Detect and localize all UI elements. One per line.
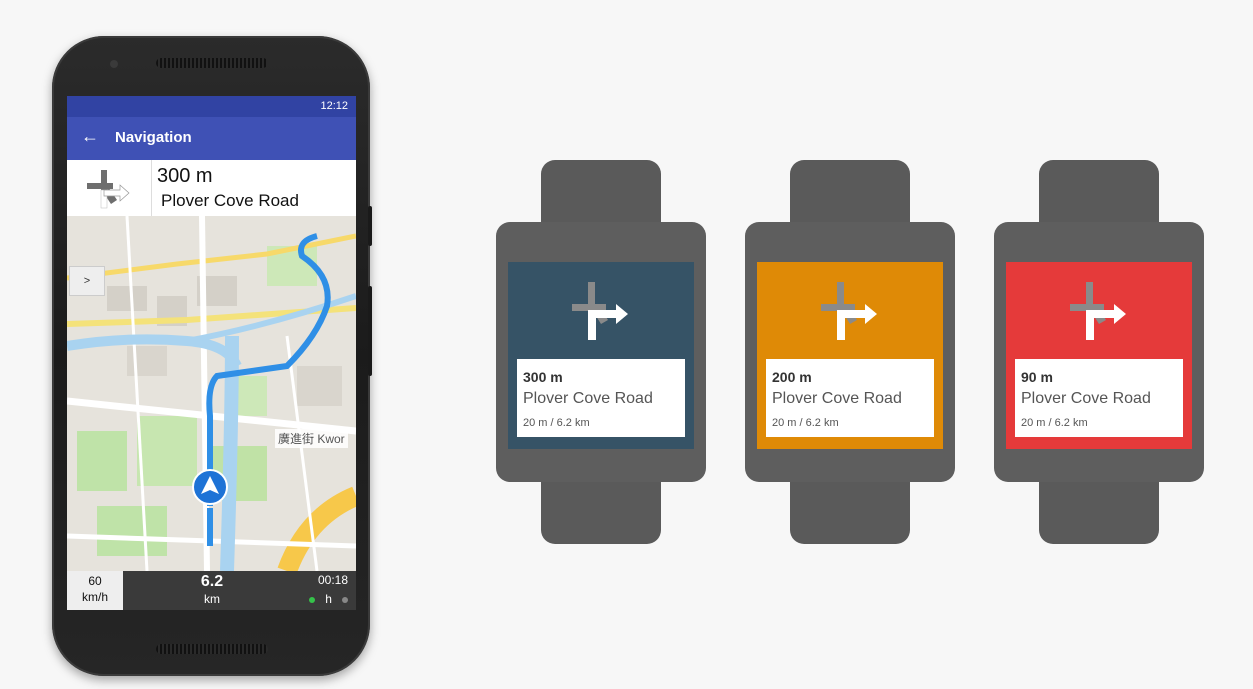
bottom-speaker [156, 644, 268, 654]
app-bar: ← Navigation [67, 117, 356, 160]
watch-distance: 200 m [772, 369, 812, 385]
watch-road: Plover Cove Road [1021, 390, 1151, 407]
speed-panel: 60 km/h [67, 571, 123, 610]
time-unit-row: h [309, 592, 348, 606]
time-value: 00:18 [317, 573, 348, 587]
watch-strap-top [541, 160, 661, 222]
time-unit: h [325, 592, 332, 606]
turn-right-icon [1070, 282, 1126, 340]
turn-sign-box [67, 160, 152, 216]
page-title: Navigation [115, 129, 192, 146]
distance-unit: km [204, 592, 220, 606]
instruction-distance: 300 m [157, 165, 213, 187]
front-camera [110, 60, 118, 68]
watch-strap-bottom [541, 482, 661, 544]
phone-screen: 12:12 ← Navigation 300 m Plover Cove Roa… [67, 96, 356, 610]
gps-status-off-icon [342, 596, 348, 603]
watch-distance: 90 m [1021, 369, 1053, 385]
watch-case: 300 m Plover Cove Road 20 m / 6.2 km [496, 222, 706, 482]
watch-face[interactable]: 90 m Plover Cove Road 20 m / 6.2 km [1006, 262, 1192, 449]
status-time: 12:12 [320, 100, 348, 112]
turn-right-icon [821, 282, 877, 340]
watch-strap-top [790, 160, 910, 222]
gps-status-on-icon [309, 596, 316, 603]
watch-case: 90 m Plover Cove Road 20 m / 6.2 km [994, 222, 1204, 482]
watch-subtext: 20 m / 6.2 km [523, 417, 590, 429]
instruction-road: Plover Cove Road [161, 191, 299, 210]
watch-subtext: 20 m / 6.2 km [772, 417, 839, 429]
watch-distance: 300 m [523, 369, 563, 385]
map-canvas[interactable] [67, 215, 356, 575]
map-view[interactable]: > 廣進街 Kwor [67, 215, 356, 575]
watch-strap-bottom [1039, 482, 1159, 544]
watch-road: Plover Cove Road [772, 390, 902, 407]
speed-value: 60 [88, 574, 102, 588]
speed-unit: km/h [81, 590, 108, 604]
earpiece-speaker [156, 58, 268, 68]
map-side-toggle-button[interactable]: > [69, 266, 105, 296]
watch-strap-bottom [790, 482, 910, 544]
watch-card: 90 m Plover Cove Road 20 m / 6.2 km [1015, 359, 1183, 437]
instruction-panel: 300 m Plover Cove Road [67, 160, 356, 216]
volume-button[interactable] [368, 286, 372, 376]
arrow-left-icon[interactable]: ← [81, 126, 99, 147]
watch-subtext: 20 m / 6.2 km [1021, 417, 1088, 429]
turn-right-icon [87, 170, 130, 209]
remaining-distance: 6.2 km [177, 573, 247, 606]
watch-face[interactable]: 300 m Plover Cove Road 20 m / 6.2 km [508, 262, 694, 449]
watch-2: 200 m Plover Cove Road 20 m / 6.2 km [745, 160, 955, 544]
watch-1: 300 m Plover Cove Road 20 m / 6.2 km [496, 160, 706, 544]
turn-right-icon [572, 282, 628, 340]
watch-card: 200 m Plover Cove Road 20 m / 6.2 km [766, 359, 934, 437]
distance-value: 6.2 [200, 573, 224, 590]
remaining-time: 00:18 h [309, 573, 348, 606]
status-bar: 12:12 [67, 96, 356, 117]
map-poi-label: 廣進街 Kwor [275, 429, 348, 448]
watch-card: 300 m Plover Cove Road 20 m / 6.2 km [517, 359, 685, 437]
watch-strap-top [1039, 160, 1159, 222]
power-button[interactable] [368, 206, 372, 246]
watch-road: Plover Cove Road [523, 390, 653, 407]
watch-face[interactable]: 200 m Plover Cove Road 20 m / 6.2 km [757, 262, 943, 449]
watch-3: 90 m Plover Cove Road 20 m / 6.2 km [994, 160, 1204, 544]
navigation-arrow-icon [192, 469, 228, 505]
bottom-info-bar: 60 km/h 6.2 km 00:18 h [67, 571, 356, 610]
watch-case: 200 m Plover Cove Road 20 m / 6.2 km [745, 222, 955, 482]
